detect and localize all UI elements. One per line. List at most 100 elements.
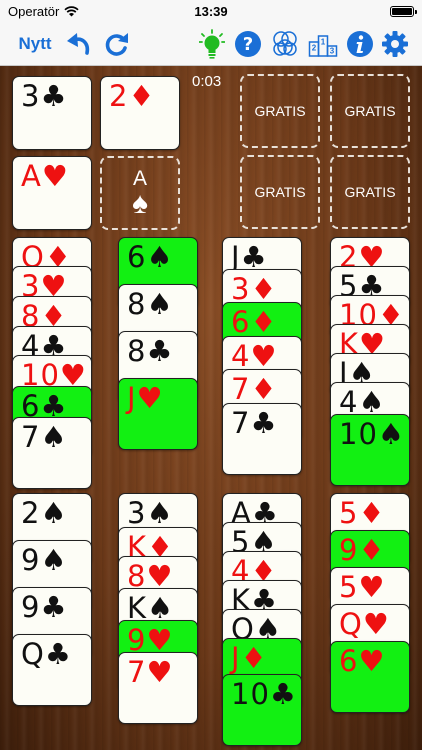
card-index: 10♣ [231, 675, 297, 713]
card-suit: ♦ [250, 272, 278, 306]
foundation-slot-spades[interactable]: A ♠ [100, 156, 180, 230]
card-suit: ♣ [40, 79, 68, 113]
card-rank: 8 [127, 287, 147, 321]
card-suit: ♠ [377, 417, 405, 451]
tableau-card[interactable]: 10♣ [222, 674, 302, 746]
card-index: 6♥ [339, 642, 385, 680]
card-index: 7♥ [127, 653, 173, 691]
card-rank: 9 [21, 590, 41, 624]
tableau-card[interactable]: 7♥ [118, 652, 198, 724]
card-suit: ♠ [40, 496, 68, 530]
card-suit: ♣ [44, 637, 72, 671]
help-button[interactable]: ? [230, 26, 266, 62]
status-bar: Operatör 13:39 [0, 0, 422, 22]
info-icon [347, 30, 373, 57]
card-rank: 7 [231, 372, 251, 406]
card-rank: Q [21, 637, 45, 671]
card-ace-hearts[interactable]: A♥ [12, 156, 92, 230]
undo-icon [67, 32, 90, 55]
card-suit: ♥ [362, 607, 390, 641]
card-suit: ♣ [40, 590, 68, 624]
free-cell-3[interactable]: GRATIS [240, 155, 320, 229]
leaderboard-icon: 1 2 3 [308, 34, 338, 57]
undo-button[interactable] [60, 26, 98, 62]
card-index: 6♠ [127, 238, 173, 276]
card-index: 3♣ [21, 77, 67, 115]
card-rank: 2 [109, 79, 129, 113]
card-rank: J [127, 381, 137, 415]
free-cell-label: GRATIS [254, 103, 306, 119]
card-rank: 5 [339, 570, 359, 604]
card-index: 8♣ [127, 332, 173, 370]
card-suit: ♦ [128, 79, 156, 113]
carrier-group: Operatör [8, 4, 79, 19]
card-suit: ♥ [136, 381, 164, 415]
card-suit: ♦ [250, 305, 278, 339]
card-rank: Q [339, 607, 363, 641]
slot-rank: A [132, 166, 147, 190]
svg-text:3: 3 [330, 46, 335, 55]
tableau-card[interactable]: Q♣ [12, 634, 92, 706]
free-cell-label: GRATIS [254, 184, 306, 200]
svg-text:?: ? [243, 34, 253, 55]
card-suit: ♣ [269, 677, 297, 711]
card-2-diamonds[interactable]: 2♦ [100, 76, 180, 150]
tableau-card[interactable]: 10♠ [330, 414, 410, 486]
card-rank: 7 [127, 655, 147, 689]
card-rank: A [21, 159, 42, 193]
card-3-clubs[interactable]: 3♣ [12, 76, 92, 150]
redo-button[interactable] [98, 26, 136, 62]
settings-gear-icon [382, 30, 408, 57]
tableau-card[interactable]: 7♠ [12, 417, 92, 489]
card-index: 9♣ [21, 588, 67, 626]
card-rank: 10 [231, 677, 270, 711]
card-rank: 3 [21, 79, 41, 113]
card-suit: ♠ [146, 240, 174, 274]
card-rank: 3 [127, 496, 147, 530]
card-index: 2♦ [109, 77, 155, 115]
card-index: 7♠ [21, 418, 67, 456]
card-suit: ♥ [358, 570, 386, 604]
free-cell-label: GRATIS [344, 184, 396, 200]
spade-icon: ♠ [132, 186, 148, 220]
settings-button[interactable] [378, 26, 412, 62]
game-timer: 0:03 [192, 73, 222, 90]
card-index: Q♥ [339, 605, 390, 643]
card-index: 9♦ [339, 531, 385, 569]
help-icon: ? [235, 30, 261, 57]
svg-text:2: 2 [312, 43, 317, 52]
card-index: Q♣ [21, 635, 72, 673]
card-rank: 7 [231, 406, 251, 440]
card-rank: 4 [231, 339, 251, 373]
card-suit: ♥ [250, 339, 278, 373]
tableau-card[interactable]: 7♣ [222, 403, 302, 475]
card-rank: 9 [21, 543, 41, 577]
card-suit: ♦ [358, 533, 386, 567]
card-suit: ♣ [250, 406, 278, 440]
card-rank: J [231, 641, 241, 675]
game-select-button[interactable] [266, 26, 304, 62]
card-index: 7♣ [231, 404, 277, 442]
tableau-card[interactable]: 6♥ [330, 641, 410, 713]
leaderboard-button[interactable]: 1 2 3 [304, 26, 342, 62]
card-rank: 6 [339, 644, 359, 678]
card-index: 2♠ [21, 494, 67, 532]
tableau-card[interactable]: J♥ [118, 378, 198, 450]
battery-icon [390, 5, 417, 17]
new-game-button[interactable]: Nytt [10, 26, 60, 62]
info-button[interactable] [342, 26, 378, 62]
game-table: 0:03 3♣ 2♦ A♥ A ♠ GRATIS GRATIS GRATIS G… [0, 66, 422, 750]
free-cell-1[interactable]: GRATIS [240, 74, 320, 148]
card-index: 5♥ [339, 568, 385, 606]
card-suit: ♥ [146, 655, 174, 689]
free-cell-2[interactable]: GRATIS [330, 74, 410, 148]
toolbar: Nytt ? 1 2 3 [0, 22, 422, 66]
redo-icon [105, 32, 128, 56]
card-suit: ♠ [40, 420, 68, 454]
card-suit: ♣ [146, 334, 174, 368]
wifi-icon [64, 5, 79, 16]
card-index: 5♦ [339, 494, 385, 532]
free-cell-4[interactable]: GRATIS [330, 155, 410, 229]
svg-text:1: 1 [321, 37, 326, 46]
hint-button[interactable] [194, 26, 230, 62]
